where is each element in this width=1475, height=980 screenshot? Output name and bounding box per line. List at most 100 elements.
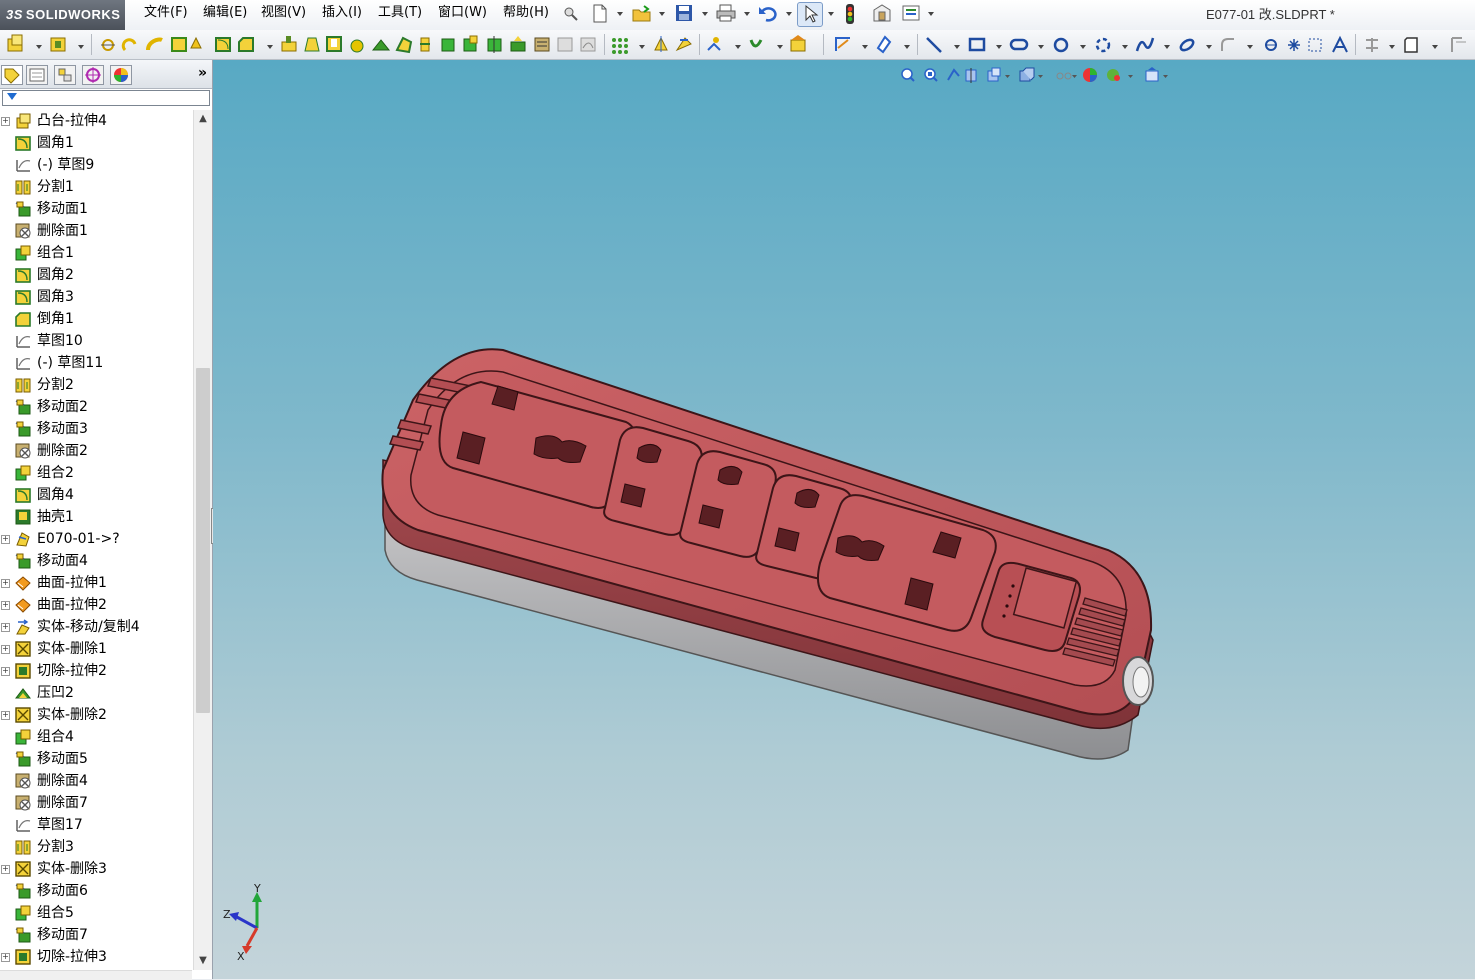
print-icon[interactable] [716,4,736,22]
feature-tree-item[interactable]: 移动面1 [0,198,192,220]
hole-wizard-icon[interactable] [190,36,202,49]
rib-icon[interactable] [281,36,297,52]
feature-tree-item[interactable]: + 实体-删除1 [0,638,192,660]
new-document-icon[interactable] [591,4,609,23]
feature-tree-item[interactable]: 组合2 [0,462,192,484]
scroll-up-icon[interactable]: ▲ [198,114,208,124]
centerline-icon[interactable] [1308,38,1322,52]
feature-tree-item[interactable]: 圆角2 [0,264,192,286]
open-dropdown-icon[interactable] [659,12,665,16]
linear-pattern-icon[interactable] [612,38,628,54]
new-dropdown-icon[interactable] [617,12,623,16]
mold-tools-icon[interactable] [790,35,806,52]
sketch-fillet-icon[interactable] [1221,38,1234,51]
move-copy-body-icon[interactable] [675,37,692,52]
cut-dropdown-icon[interactable] [78,45,84,49]
line-dropdown-icon[interactable] [954,45,960,49]
panel-more-button[interactable]: » [198,65,207,81]
feature-tree-item[interactable]: + 实体-移动/复制4 [0,616,192,638]
spline-dropdown-icon[interactable] [1164,45,1170,49]
display-manager-tab[interactable] [110,65,132,85]
smart-dimension-icon[interactable] [876,35,892,54]
expand-icon[interactable]: + [1,645,10,654]
delete-face-icon[interactable] [534,37,550,52]
expand-icon[interactable]: + [1,623,10,632]
property-manager-tab[interactable] [26,65,48,85]
expand-icon[interactable]: + [1,953,10,962]
feature-tree-item[interactable]: 移动面4 [0,550,192,572]
line-icon[interactable] [926,37,942,53]
mirror-icon[interactable] [654,36,668,52]
save-dropdown-icon[interactable] [702,12,708,16]
features-dropdown-icon[interactable] [267,45,273,49]
feature-tree-item[interactable]: 圆角1 [0,132,192,154]
feature-tree-item[interactable]: 组合4 [0,726,192,748]
feature-tree-item[interactable]: 移动面3 [0,418,192,440]
feature-tree-item[interactable]: 抽壳1 [0,506,192,528]
text-icon[interactable] [1332,35,1348,53]
configuration-manager-tab[interactable] [54,65,76,85]
file-properties-icon[interactable] [872,4,891,22]
indent-icon[interactable] [371,39,391,51]
arc-dropdown-icon[interactable] [1122,45,1128,49]
slot-dropdown-icon[interactable] [1038,45,1044,49]
trim-dropdown-icon[interactable] [1389,45,1395,49]
rectangle-icon[interactable] [968,37,986,52]
spline-icon[interactable] [1135,37,1155,52]
feature-tree-item[interactable]: + 实体-删除3 [0,858,192,880]
fillet-dropdown-icon[interactable] [1247,45,1253,49]
scroll-down-icon[interactable]: ▼ [198,956,208,966]
menu-edit[interactable]: 编辑(E) [203,0,247,30]
feature-tree-item[interactable]: + 实体-删除2 [0,704,192,726]
feature-tree-scrollbar[interactable]: ▲ ▼ [193,110,212,970]
sketch-icon[interactable] [835,37,850,51]
feature-tree-item[interactable]: 移动面5 [0,748,192,770]
feature-tree-item[interactable]: + 曲面-拉伸1 [0,572,192,594]
feature-tree-item[interactable]: 倒角1 [0,308,192,330]
open-folder-icon[interactable] [632,4,651,22]
feature-tree-item[interactable]: 圆角3 [0,286,192,308]
trim-icon[interactable] [1366,38,1378,52]
deform-icon[interactable] [395,36,413,54]
reference-geometry-icon[interactable] [101,39,115,51]
menu-view[interactable]: 视图(V) [261,0,306,30]
feature-tree-item[interactable]: 删除面2 [0,440,192,462]
dimxpert-tab[interactable] [82,65,104,85]
feature-tree-item[interactable]: + 切除-拉伸2 [0,660,192,682]
menu-insert[interactable]: 插入(I) [322,0,362,30]
sweep-icon[interactable] [146,37,163,51]
menu-window[interactable]: 窗口(W) [438,0,487,30]
feature-tree-item[interactable]: 压凹2 [0,682,192,704]
instant3d-icon[interactable] [707,37,721,51]
save-icon[interactable] [675,4,693,22]
loft-icon[interactable] [171,37,187,52]
extruded-boss-dropdown-icon[interactable] [36,45,42,49]
circle-dropdown-icon[interactable] [1080,45,1086,49]
undo-icon[interactable] [758,4,777,22]
instant3d-dropdown-icon[interactable] [735,45,741,49]
feature-manager-tab[interactable] [1,65,23,85]
convert-dropdown-icon[interactable] [1432,45,1438,49]
rebuild-icon[interactable] [843,3,857,25]
expand-icon[interactable]: + [1,601,10,610]
arc-icon[interactable] [1095,37,1111,53]
freeform-icon[interactable] [580,37,596,52]
intersect-icon[interactable] [463,35,478,52]
menu-help[interactable]: 帮助(H) [503,0,549,30]
options-icon[interactable] [902,4,920,22]
extruded-cut-icon[interactable] [50,37,66,52]
expand-icon[interactable]: + [1,535,10,544]
menu-file[interactable]: 文件(F) [144,0,188,30]
dome-icon[interactable] [350,39,364,53]
replace-face-icon[interactable] [557,37,573,52]
menu-tools[interactable]: 工具(T) [378,0,422,30]
options-dropdown-icon[interactable] [928,12,934,16]
expand-icon[interactable]: + [1,117,10,126]
revolve-icon[interactable] [121,38,137,52]
feature-tree-item[interactable]: 分割1 [0,176,192,198]
feature-tree-item[interactable]: + 切除-拉伸3 [0,946,192,968]
scroll-thumb[interactable] [196,368,210,713]
slot-icon[interactable] [1009,38,1029,51]
feature-tree-item[interactable]: 分割2 [0,374,192,396]
curves-dropdown-icon[interactable] [777,45,783,49]
